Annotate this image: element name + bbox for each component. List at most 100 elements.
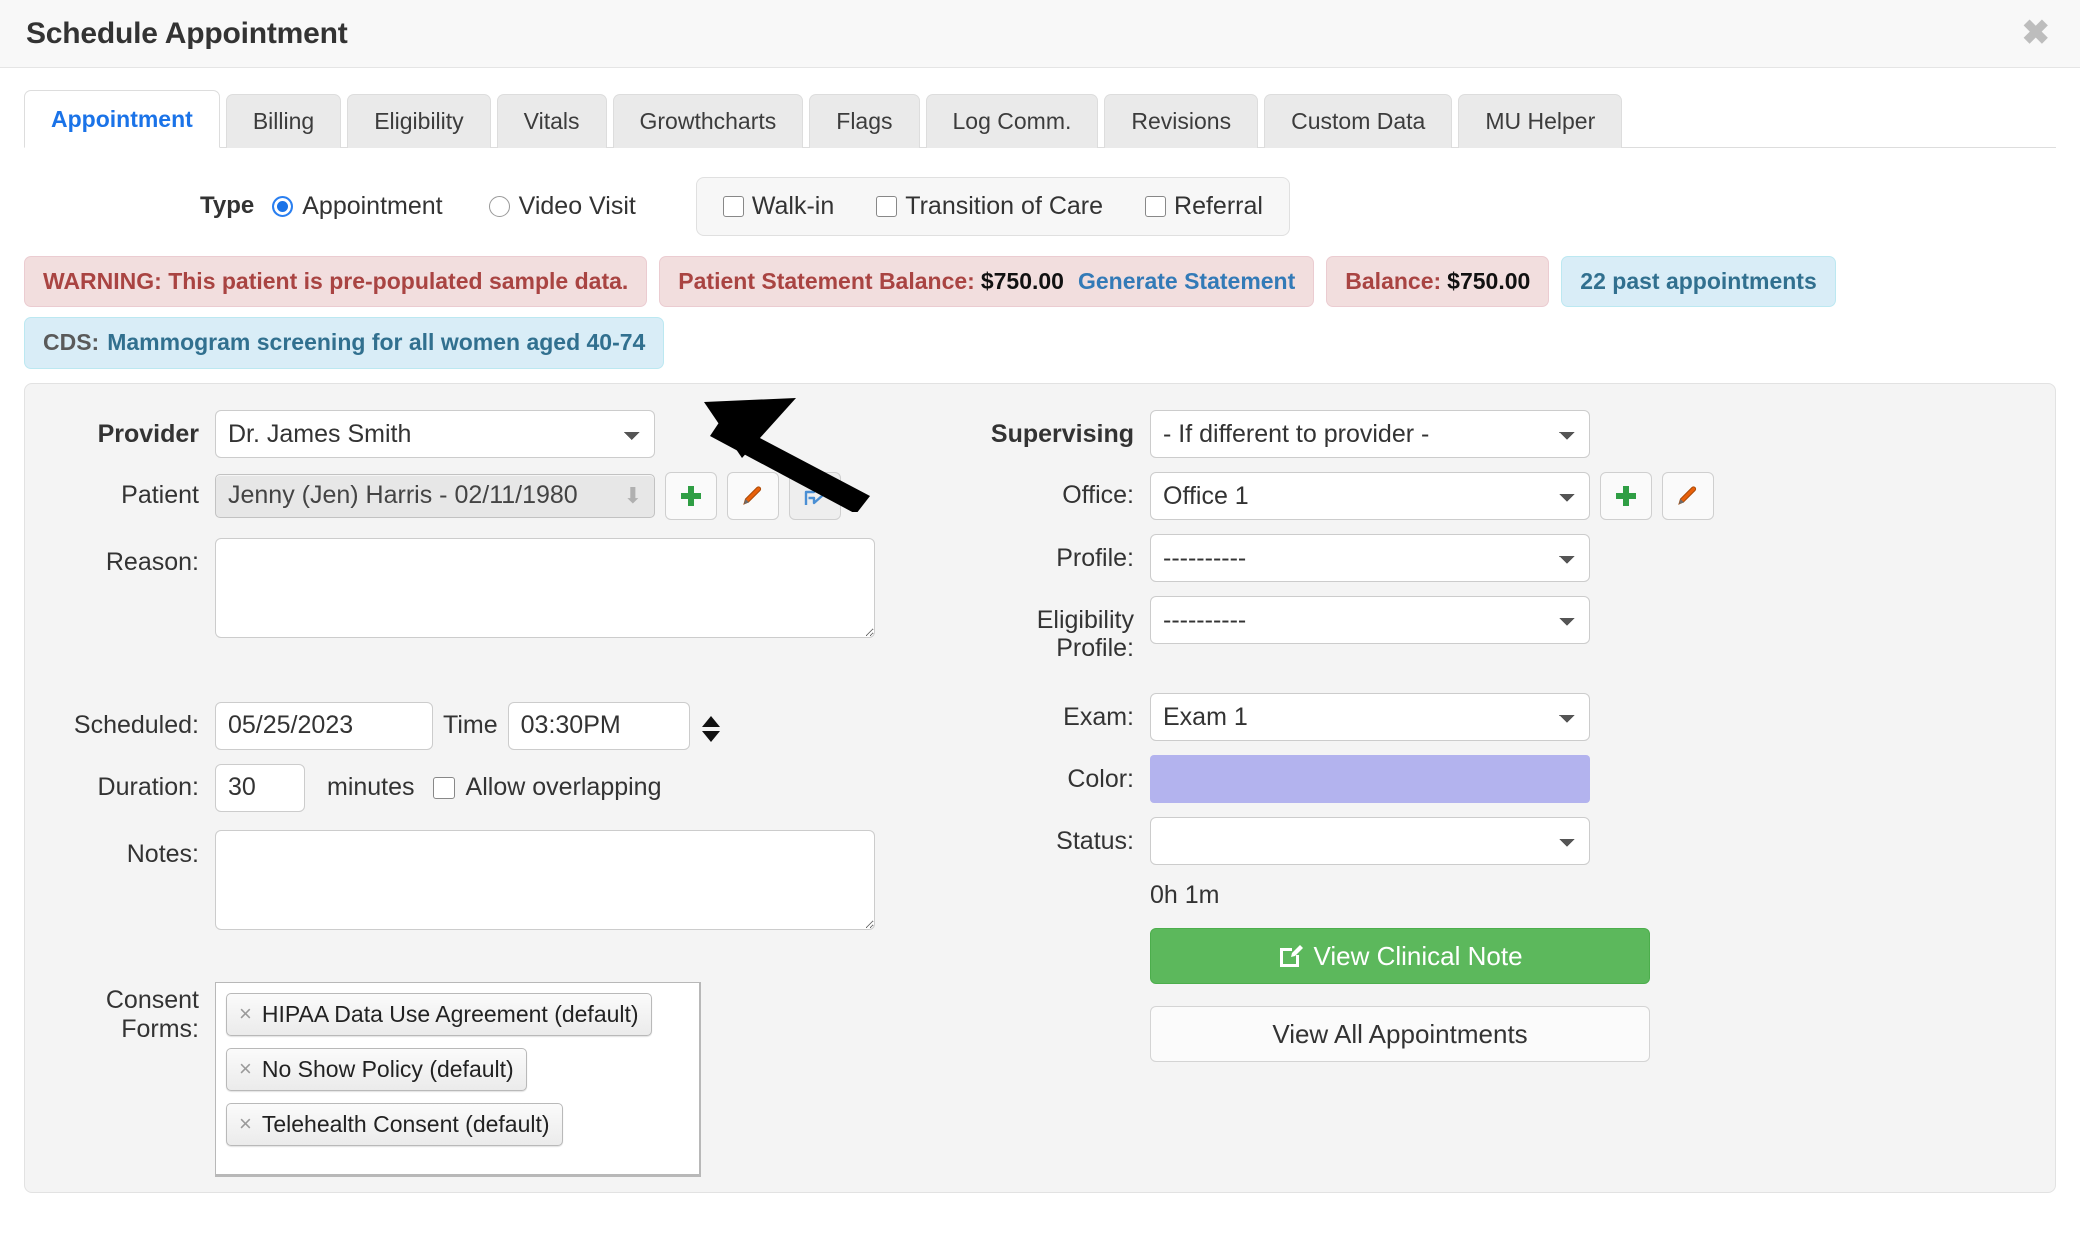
duration-row: Duration: minutes Allow overlapping [55,763,975,812]
eligibility-profile-select[interactable]: ---------- [1150,595,1590,644]
appointment-form-right-column: Supervising - If different to provider -… [975,409,2025,1152]
consent-chip-no-show[interactable]: × No Show Policy (default) [226,1047,527,1091]
exam-label: Exam: [1063,703,1134,732]
office-select[interactable]: Office 1 [1150,471,1590,520]
view-all-appointments-button[interactable]: View All Appointments [1150,1006,1650,1063]
time-stepper[interactable] [701,710,720,742]
past-appointments-badge[interactable]: 22 past appointments [1561,256,1836,308]
reason-row: Reason: [55,537,975,638]
plus-icon [1616,485,1636,506]
balance-badge: Balance: $750.00 [1326,256,1550,308]
appointment-color-swatch[interactable] [1150,755,1590,804]
edit-patient-button[interactable] [727,471,779,520]
supervising-label: Supervising [990,419,1134,448]
scheduled-row: Scheduled: Time [55,701,975,750]
patient-statement-balance-label: Patient Statement Balance: [678,268,975,294]
patient-label: Patient [121,481,199,510]
tab-growthcharts[interactable]: Growthcharts [612,94,804,148]
patient-row: Patient Jenny (Jen) Harris - 02/11/1980 … [55,471,975,520]
checkbox-walk-in-label: Walk-in [751,191,835,220]
tab-custom-data[interactable]: Custom Data [1264,94,1453,148]
office-label: Office: [1062,481,1134,510]
tab-appointment[interactable]: Appointment [24,90,220,148]
past-appointments-text: 22 past appointments [1580,268,1817,294]
patient-select[interactable]: Jenny (Jen) Harris - 02/11/1980 ⬇ [215,473,655,518]
tab-vitals[interactable]: Vitals [496,94,607,148]
tab-mu-helper[interactable]: MU Helper [1458,94,1623,148]
radio-video-visit-label: Video Visit [518,191,636,220]
consent-chip-telehealth[interactable]: × Telehealth Consent (default) [226,1102,563,1146]
tab-eligibility[interactable]: Eligibility [347,94,491,148]
checkbox-transition-of-care[interactable]: Transition of Care [876,192,1103,221]
checkbox-referral-box[interactable] [1145,195,1167,217]
appointment-flags-group: Walk-in Transition of Care Referral [695,176,1290,236]
patient-selected-value: Jenny (Jen) Harris - 02/11/1980 [228,481,578,510]
supervising-provider-select[interactable]: - If different to provider - [1150,409,1590,458]
scheduled-time-input[interactable] [507,701,690,750]
elapsed-duration-text: 0h 1m [1150,881,1220,910]
time-stepper-down-icon[interactable] [701,730,720,742]
cds-mammogram-banner[interactable]: CDS: Mammogram screening for all women a… [24,317,665,369]
eligibility-profile-row: Eligibility Profile: ---------- [975,595,2025,664]
tab-billing[interactable]: Billing [225,94,342,148]
checkbox-walk-in-box[interactable] [722,195,744,217]
allow-overlapping-box[interactable] [432,776,455,799]
time-stepper-up-icon[interactable] [701,715,720,727]
status-label: Status: [1056,827,1134,856]
generate-statement-link[interactable]: Generate Statement [1078,268,1295,294]
remove-chip-icon[interactable]: × [239,1001,252,1027]
radio-appointment-indicator[interactable] [272,195,294,217]
cds-rule-text: Mammogram screening for all women aged 4… [107,329,646,356]
share-patient-button[interactable] [789,471,841,520]
cds-label: CDS: [43,329,100,356]
radio-appointment[interactable]: Appointment [272,192,443,221]
edit-office-button[interactable] [1662,471,1714,520]
consent-chip-hipaa[interactable]: × HIPAA Data Use Agreement (default) [226,992,652,1036]
notes-label: Notes: [126,839,199,868]
allow-overlapping-label: Allow overlapping [465,773,662,802]
provider-select[interactable]: Dr. James Smith [215,409,655,458]
note-edit-icon [1280,945,1304,968]
radio-video-visit-indicator[interactable] [488,195,510,217]
reason-label: Reason: [105,547,199,576]
checkbox-walk-in[interactable]: Walk-in [722,191,835,221]
exam-select[interactable]: Exam 1 [1150,693,1590,742]
radio-video-visit[interactable]: Video Visit [488,191,636,221]
checkbox-transition-of-care-label: Transition of Care [905,191,1104,220]
notes-row: Notes: [55,829,975,930]
profile-select[interactable]: ---------- [1150,533,1590,582]
allow-overlapping-checkbox[interactable]: Allow overlapping [432,773,662,802]
page-title: Schedule Appointment [26,16,348,50]
add-patient-button[interactable] [665,471,717,520]
reason-textarea[interactable] [215,537,875,638]
tab-flags[interactable]: Flags [809,94,920,148]
provider-row: Provider Dr. James Smith [55,409,975,458]
status-row: Status: [975,817,2025,866]
time-label: Time [443,711,498,740]
view-clinical-note-button[interactable]: View Clinical Note [1150,928,1650,985]
tab-revisions[interactable]: Revisions [1104,94,1259,148]
chevron-down-icon: ⬇ [623,482,642,508]
patient-statement-balance-amount: $750.00 [980,268,1064,294]
duration-input[interactable] [215,763,305,812]
consent-forms-box[interactable]: × HIPAA Data Use Agreement (default) × N… [215,981,701,1177]
supervising-row: Supervising - If different to provider - [975,409,2025,458]
tab-log-comm[interactable]: Log Comm. [925,94,1099,148]
close-icon[interactable]: ✖ [2014,12,2059,54]
scheduled-date-input[interactable] [215,701,433,750]
color-label: Color: [1067,765,1134,794]
share-arrow-icon [804,485,825,505]
view-all-appointments-label: View All Appointments [1272,1018,1528,1049]
duration-label: Duration: [97,773,199,802]
remove-chip-icon[interactable]: × [239,1056,252,1082]
balance-amount: $750.00 [1447,268,1531,294]
checkbox-referral[interactable]: Referral [1145,192,1263,221]
notes-textarea[interactable] [215,829,875,930]
appointment-form-panel: Provider Dr. James Smith Patient Jenny (… [24,382,2056,1193]
status-select[interactable] [1150,817,1590,866]
alert-banner-row: WARNING: This patient is pre-populated s… [24,256,2056,308]
checkbox-transition-of-care-box[interactable] [876,195,898,217]
remove-chip-icon[interactable]: × [239,1111,252,1137]
cds-banner-row: CDS: Mammogram screening for all women a… [24,317,2056,369]
add-office-button[interactable] [1600,471,1652,520]
